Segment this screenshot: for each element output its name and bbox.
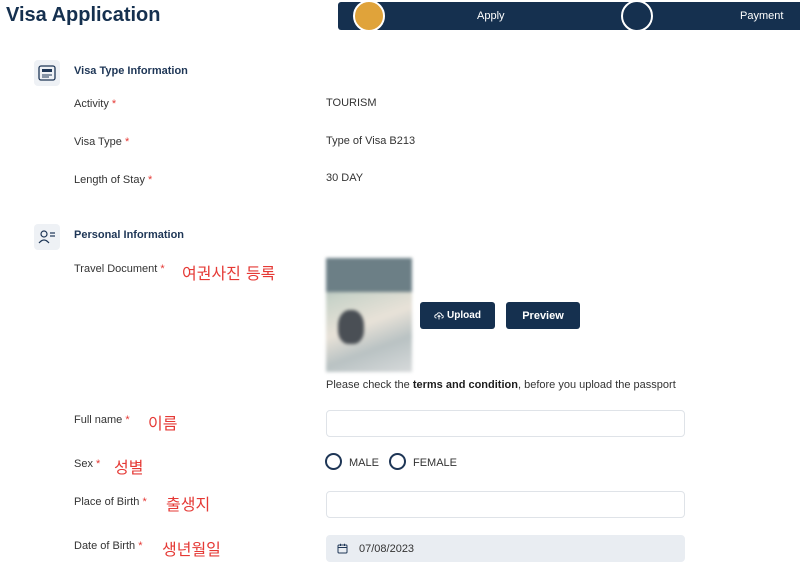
field-label-visa-type: Visa Type * bbox=[74, 136, 130, 148]
sex-male-radio[interactable] bbox=[325, 453, 342, 470]
full-name-input[interactable] bbox=[326, 410, 685, 437]
progress-stepper: Apply Payment bbox=[338, 0, 800, 32]
page-title: Visa Application bbox=[6, 4, 161, 26]
preview-button[interactable]: Preview bbox=[506, 302, 580, 329]
passport-header-strip bbox=[326, 258, 412, 292]
step-apply-indicator bbox=[353, 0, 385, 32]
passport-photo bbox=[338, 310, 364, 344]
field-label-length-of-stay: Length of Stay * bbox=[74, 174, 153, 186]
date-of-birth-input[interactable]: 07/08/2023 bbox=[326, 535, 685, 562]
field-value-activity: TOURISM bbox=[326, 97, 377, 109]
field-label-activity: Activity * bbox=[74, 98, 117, 110]
place-of-birth-input[interactable] bbox=[326, 491, 685, 518]
upload-button-label: Upload bbox=[447, 310, 481, 321]
sex-female-label[interactable]: FEMALE bbox=[413, 457, 457, 469]
field-value-visa-type: Type of Visa B213 bbox=[326, 135, 416, 147]
sex-female-radio[interactable] bbox=[389, 453, 406, 470]
annotation-place-of-birth: 출생지 bbox=[166, 495, 211, 514]
visa-card-icon bbox=[34, 60, 60, 86]
step-payment-indicator bbox=[621, 0, 653, 32]
calendar-icon bbox=[337, 543, 348, 554]
field-label-sex: Sex * bbox=[74, 458, 101, 470]
upload-button[interactable]: Upload bbox=[420, 302, 495, 329]
field-label-travel-document: Travel Document * bbox=[74, 263, 165, 275]
section-title-personal: Personal Information bbox=[74, 229, 185, 241]
annotation-travel-document: 여권사진 등록 bbox=[182, 264, 276, 283]
person-card-icon bbox=[34, 224, 60, 250]
field-label-date-of-birth: Date of Birth * bbox=[74, 540, 143, 552]
annotation-full-name: 이름 bbox=[148, 414, 178, 433]
step-payment-label[interactable]: Payment bbox=[740, 10, 783, 22]
annotation-date-of-birth: 생년월일 bbox=[162, 540, 221, 559]
section-title-visa-type: Visa Type Information bbox=[74, 65, 188, 77]
sex-male-label[interactable]: MALE bbox=[349, 457, 379, 469]
field-value-length-of-stay: 30 DAY bbox=[326, 172, 364, 184]
passport-thumbnail bbox=[326, 258, 412, 372]
date-of-birth-value: 07/08/2023 bbox=[359, 542, 415, 555]
step-apply-label[interactable]: Apply bbox=[477, 10, 505, 22]
field-label-full-name: Full name * bbox=[74, 414, 130, 426]
field-label-place-of-birth: Place of Birth * bbox=[74, 496, 147, 508]
terms-link[interactable]: terms and condition bbox=[413, 379, 518, 391]
annotation-sex: 성별 bbox=[114, 458, 144, 477]
upload-hint: Please check the terms and condition, be… bbox=[326, 379, 676, 391]
cloud-upload-icon bbox=[434, 311, 444, 319]
